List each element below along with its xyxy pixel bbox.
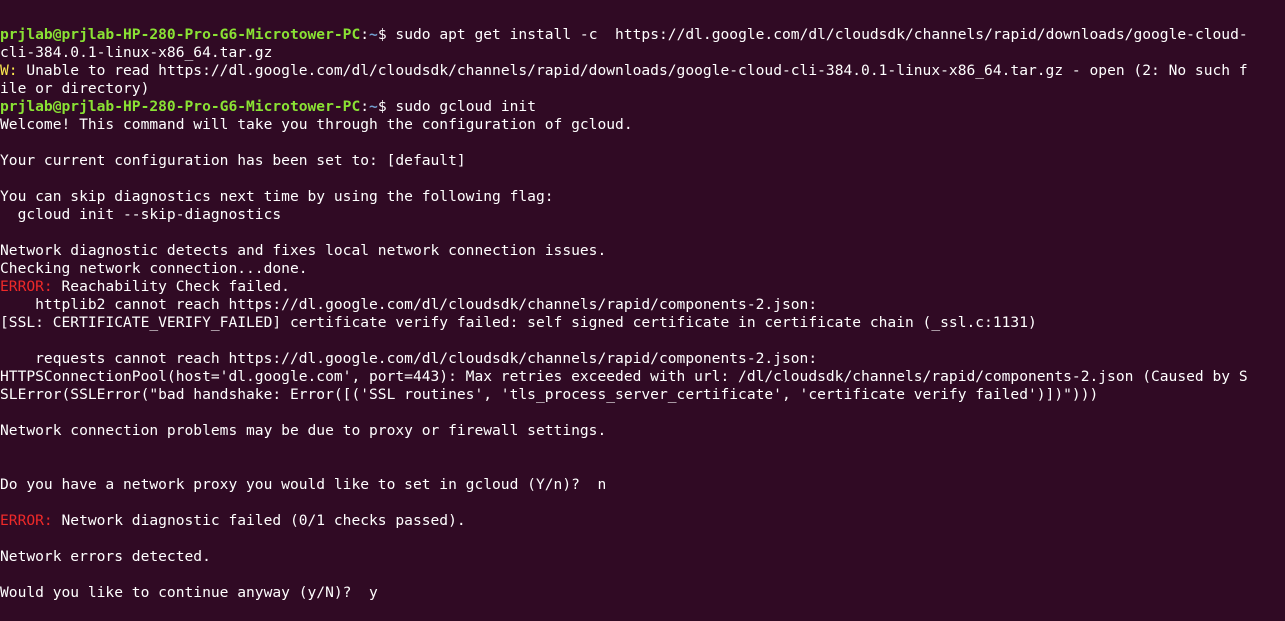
output-line: Would you like to continue anyway (y/N)?… (0, 584, 1285, 602)
output-text: cli-384.0.1-linux-x86_64.tar.gz (0, 44, 273, 61)
output-line: Network connection problems may be due t… (0, 422, 1285, 440)
output-line: requests cannot reach https://dl.google.… (0, 350, 1285, 368)
output-text: Network diagnostic detects and fixes loc… (0, 242, 607, 259)
error-text: Reachability Check failed. (52, 278, 290, 295)
output-text: Network errors detected. (0, 548, 211, 565)
prompt-line: prjlab@prjlab-HP-280-Pro-G6-Microtower-P… (0, 26, 1285, 44)
prompt-dollar: $ (377, 98, 396, 115)
prompt-separator: : (360, 98, 370, 115)
prompt-line: prjlab@prjlab-HP-280-Pro-G6-Microtower-P… (0, 98, 1285, 116)
output-text: You can skip diagnostics next time by us… (0, 188, 554, 205)
output-text: Would you like to continue anyway (y/N)?… (0, 584, 378, 601)
error-text: Network diagnostic failed (0/1 checks pa… (52, 512, 466, 529)
prompt-path: ~ (369, 98, 378, 115)
command-text: sudo gcloud init (395, 98, 536, 115)
output-line: Checking network connection...done. (0, 260, 1285, 278)
prompt-separator: : (360, 26, 370, 43)
prompt-dollar: $ (377, 26, 396, 43)
output-line: You can skip diagnostics next time by us… (0, 188, 1285, 206)
output-line: [SSL: CERTIFICATE_VERIFY_FAILED] certifi… (0, 314, 1285, 332)
output-line: Welcome! This command will take you thro… (0, 116, 1285, 134)
warning-prefix: W: (0, 62, 18, 79)
error-line: ERROR: Reachability Check failed. (0, 278, 1285, 296)
output-line: Network errors detected. (0, 548, 1285, 566)
prompt-user-host: prjlab@prjlab-HP-280-Pro-G6-Microtower-P… (0, 98, 361, 115)
output-line: Your current configuration has been set … (0, 152, 1285, 170)
output-text: HTTPSConnectionPool(host='dl.google.com'… (0, 368, 1248, 385)
output-text: httplib2 cannot reach https://dl.google.… (0, 296, 818, 313)
output-line: Network diagnostic detects and fixes loc… (0, 242, 1285, 260)
output-text: gcloud init --skip-diagnostics (0, 206, 282, 223)
output-text: requests cannot reach https://dl.google.… (0, 350, 818, 367)
output-text: [SSL: CERTIFICATE_VERIFY_FAILED] certifi… (0, 314, 1037, 331)
output-line: ile or directory) (0, 80, 1285, 98)
output-line: cli-384.0.1-linux-x86_64.tar.gz (0, 44, 1285, 62)
output-line: HTTPSConnectionPool(host='dl.google.com'… (0, 368, 1285, 386)
output-line: Do you have a network proxy you would li… (0, 476, 1285, 494)
prompt-user-host: prjlab@prjlab-HP-280-Pro-G6-Microtower-P… (0, 26, 361, 43)
error-line: ERROR: Network diagnostic failed (0/1 ch… (0, 512, 1285, 530)
output-text: Your current configuration has been set … (0, 152, 466, 169)
terminal-window[interactable]: prjlab@prjlab-HP-280-Pro-G6-Microtower-P… (0, 0, 1285, 621)
error-prefix: ERROR: (0, 512, 53, 529)
output-text: SLError(SSLError("bad handshake: Error([… (0, 386, 1099, 403)
prompt-path: ~ (369, 26, 378, 43)
output-line: httplib2 cannot reach https://dl.google.… (0, 296, 1285, 314)
warning-line: W: Unable to read https://dl.google.com/… (0, 62, 1285, 80)
error-prefix: ERROR: (0, 278, 53, 295)
output-line: gcloud init --skip-diagnostics (0, 206, 1285, 224)
output-text: Network connection problems may be due t… (0, 422, 607, 439)
output-line: SLError(SSLError("bad handshake: Error([… (0, 386, 1285, 404)
output-text: ile or directory) (0, 80, 150, 97)
output-text: Checking network connection...done. (0, 260, 308, 277)
warning-text: Unable to read https://dl.google.com/dl/… (17, 62, 1248, 79)
output-text: Do you have a network proxy you would li… (0, 476, 607, 493)
command-text: sudo apt get install -c https://dl.googl… (395, 26, 1248, 43)
output-text: Welcome! This command will take you thro… (0, 116, 633, 133)
